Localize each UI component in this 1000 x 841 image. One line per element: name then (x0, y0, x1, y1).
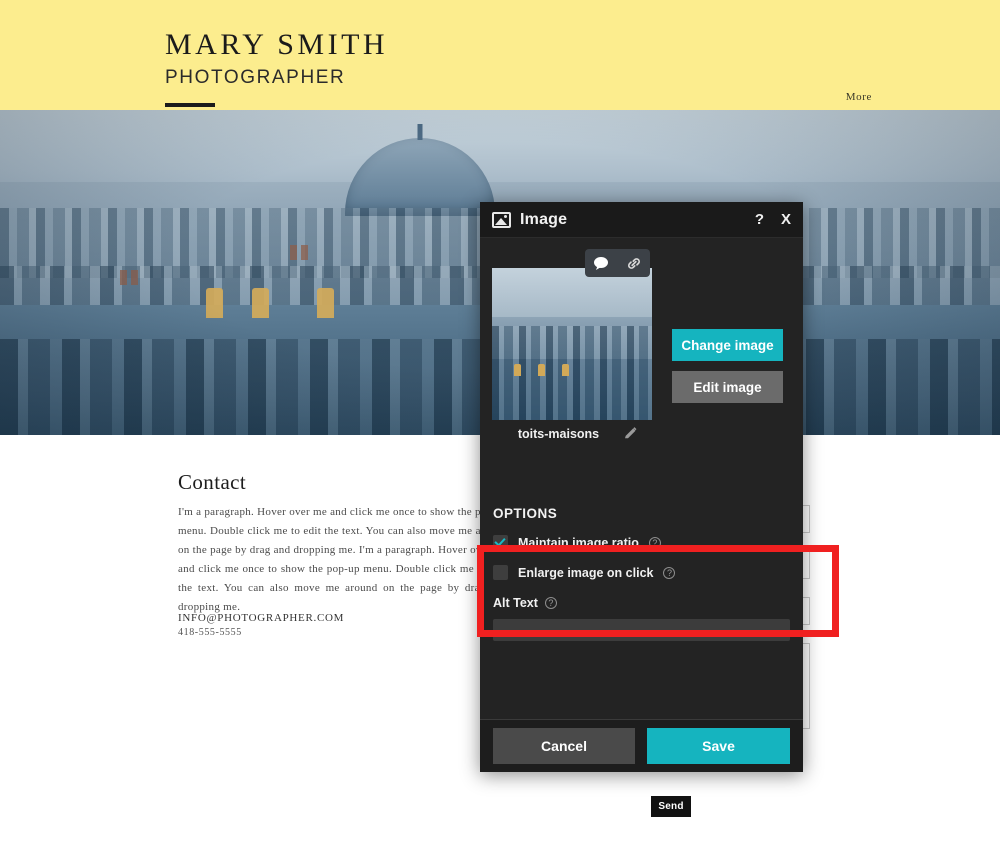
contact-paragraph[interactable]: I'm a paragraph. Hover over me and click… (178, 503, 508, 617)
image-settings-dialog: Image ? X Change image Edit image toits-… (480, 202, 803, 772)
contact-heading: Contact (178, 470, 247, 494)
option-maintain-ratio[interactable]: Maintain image ratio ? (493, 535, 661, 550)
save-button[interactable]: Save (647, 728, 790, 764)
help-icon[interactable]: ? (755, 212, 764, 227)
thumbnail-window (538, 364, 545, 376)
thumbnail-toolbar (585, 249, 650, 277)
alt-text-label: Alt Text (493, 596, 538, 610)
maintain-ratio-checkbox[interactable] (493, 535, 508, 550)
brand-name: MARY SMITH (165, 28, 389, 61)
dialog-title: Image (520, 210, 568, 228)
pencil-icon[interactable] (623, 426, 638, 441)
cancel-button[interactable]: Cancel (493, 728, 636, 764)
dialog-titlebar[interactable]: Image ? X (480, 202, 803, 238)
image-thumbnail[interactable] (492, 268, 652, 420)
image-filename: toits-maisons (517, 426, 600, 441)
alt-text-label-row: Alt Text ? (493, 596, 557, 610)
alt-text-input[interactable] (493, 619, 790, 641)
edit-image-button[interactable]: Edit image (672, 371, 783, 403)
options-heading: OPTIONS (493, 506, 558, 521)
help-icon[interactable]: ? (648, 536, 661, 549)
titlebar-actions: ? X (755, 212, 791, 227)
enlarge-on-click-label: Enlarge image on click (518, 565, 654, 580)
enlarge-on-click-checkbox[interactable] (493, 565, 508, 580)
dialog-footer: Cancel Save (480, 719, 803, 772)
site-header: MARY SMITH PHOTOGRAPHER More (0, 0, 1000, 110)
thumbnail-window (514, 364, 521, 376)
option-enlarge-on-click[interactable]: Enlarge image on click ? (493, 565, 676, 580)
chain-link-icon[interactable] (626, 256, 642, 271)
send-button[interactable]: Send (651, 796, 691, 817)
thumbnail-window (562, 364, 569, 376)
nav-more-link[interactable]: More (846, 91, 872, 103)
image-icon (492, 211, 511, 228)
help-icon[interactable]: ? (663, 566, 676, 579)
close-icon[interactable]: X (781, 212, 791, 227)
dialog-body: Change image Edit image toits-maisons OP… (480, 238, 803, 719)
brand-block: MARY SMITH PHOTOGRAPHER (165, 28, 388, 107)
brand-underline (165, 103, 215, 107)
filename-row: toits-maisons (492, 426, 664, 441)
change-image-button[interactable]: Change image (672, 329, 783, 361)
contact-email[interactable]: INFO@PHOTOGRAPHER.COM (178, 612, 344, 624)
brand-role: PHOTOGRAPHER (165, 67, 346, 88)
contact-phone[interactable]: 418-555-5555 (178, 627, 242, 638)
maintain-ratio-label: Maintain image ratio (518, 535, 639, 550)
speech-bubble-icon[interactable] (593, 256, 609, 271)
help-icon[interactable]: ? (544, 597, 557, 609)
